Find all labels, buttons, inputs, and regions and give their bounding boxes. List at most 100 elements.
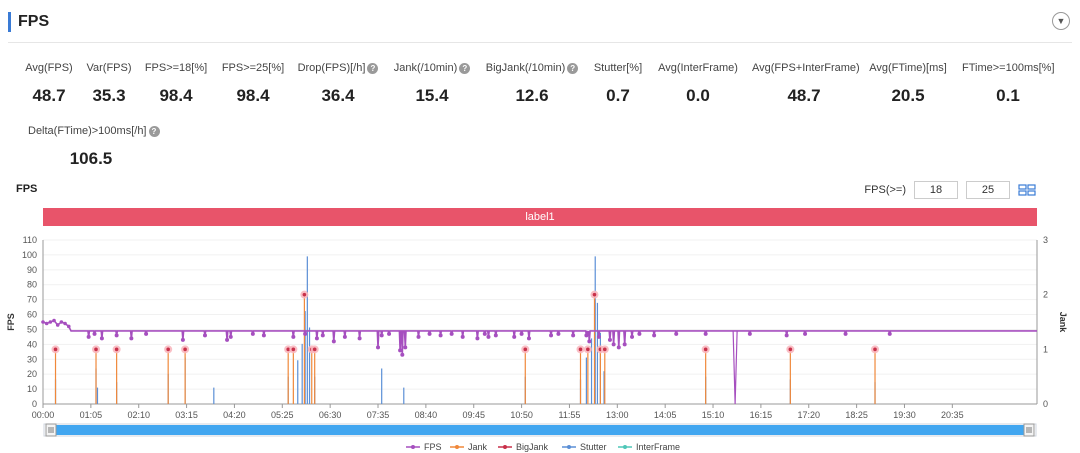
help-icon[interactable]: ? xyxy=(567,62,579,74)
metric-label: BigJank(/10min)? xyxy=(485,61,579,75)
x-tick-label: 05:25 xyxy=(271,410,294,420)
fps-point xyxy=(843,331,848,336)
metric-value: 35.3 xyxy=(92,86,126,105)
bigjank-marker xyxy=(788,347,793,352)
x-tick-label: 11:55 xyxy=(559,410,581,420)
bigjank-marker xyxy=(302,292,307,297)
help-icon[interactable]: ? xyxy=(148,125,160,137)
legend-item: BigJank xyxy=(516,442,549,452)
help-icon[interactable]: ? xyxy=(367,62,379,74)
metric-value: 48.7 xyxy=(787,86,821,105)
fps-point xyxy=(526,336,531,341)
metric-label: FTime>=100ms[%] xyxy=(962,62,1055,74)
fps-point xyxy=(493,333,498,338)
fps-point xyxy=(587,339,592,344)
fps-point xyxy=(556,331,561,336)
fps-point xyxy=(747,331,752,336)
bigjank-marker xyxy=(291,347,296,352)
x-tick-label: 02:10 xyxy=(127,410,150,420)
fps-point xyxy=(398,348,403,353)
y-tick-label: 70 xyxy=(27,295,37,305)
fps-point xyxy=(331,339,336,344)
fps-line xyxy=(42,319,1037,355)
y-axis-label: FPS xyxy=(6,313,16,331)
header-accent-bar xyxy=(8,12,11,32)
y-tick-label: 90 xyxy=(27,265,37,275)
y2-tick-label: 3 xyxy=(1043,235,1048,245)
bigjank-marker xyxy=(53,347,58,352)
metric-value: 0.1 xyxy=(996,86,1020,105)
y2-tick-label: 2 xyxy=(1043,290,1048,300)
metric-value: 0.0 xyxy=(686,86,710,105)
fps-threshold-controls: FPS(>=) xyxy=(864,181,1036,199)
metric-ftime-ge-100ms: FTime>=100ms[%] 0.1 xyxy=(962,58,1055,106)
x-tick-label: 09:45 xyxy=(462,410,485,420)
data-view-icon[interactable] xyxy=(1018,184,1036,196)
y-tick-label: 30 xyxy=(27,354,37,364)
x-tick-label: 07:35 xyxy=(367,410,390,420)
metric-value: 98.4 xyxy=(236,86,270,105)
fps-point xyxy=(86,334,91,339)
fps-point xyxy=(52,318,56,323)
zoom-slider[interactable] xyxy=(43,423,1037,437)
metric-avg-fps-interframe: Avg(FPS+InterFrame) 48.7 xyxy=(752,58,860,106)
metric-value: 15.4 xyxy=(415,86,449,105)
page-title: FPS xyxy=(18,13,50,30)
metric-value: 98.4 xyxy=(159,86,193,105)
y2-axis-label: Jank xyxy=(1058,312,1068,334)
metric-label-text: BigJank(/10min) xyxy=(485,62,566,74)
fps-drop-line xyxy=(732,330,738,405)
metric-drop-fps: Drop(FPS)[/h]? 36.4 xyxy=(296,58,380,106)
legend-item: InterFrame xyxy=(636,442,680,452)
fps-point xyxy=(460,334,465,339)
fps-point xyxy=(652,333,657,338)
fps-point xyxy=(519,331,524,336)
fps-point xyxy=(99,336,104,341)
metric-bigjank: BigJank(/10min)? 12.6 xyxy=(484,58,580,106)
fps-point xyxy=(314,336,319,341)
bigjank-marker xyxy=(586,347,590,352)
y-tick-label: 40 xyxy=(27,339,37,349)
fps-point xyxy=(63,321,67,326)
fps-point xyxy=(228,334,233,339)
x-tick-label: 20:35 xyxy=(941,410,964,420)
fps-point xyxy=(482,331,487,336)
metric-avg-interframe: Avg(InterFrame) 0.0 xyxy=(656,58,740,106)
y-tick-label: 0 xyxy=(32,399,37,409)
chart-ticks: 0 10 20 30 40 50 60 70 80 90 100 110 0 1 2 3 FPS Jank 00:0… xyxy=(6,235,1068,420)
legend-marker xyxy=(623,445,627,449)
fps-jank-chart: 0 10 20 30 40 50 60 70 80 90 100 110 0 1 2 3 FPS Jank 00:0… xyxy=(6,235,1068,452)
fps-point xyxy=(144,331,149,336)
metric-label: Var(FPS) xyxy=(86,62,132,74)
x-tick-label: 19:30 xyxy=(893,410,916,420)
y-tick-label: 100 xyxy=(22,250,37,260)
bigjank-marker xyxy=(94,347,98,352)
fps-point xyxy=(250,331,255,336)
fps-point xyxy=(585,331,590,336)
threshold-low-input[interactable] xyxy=(914,181,958,199)
fps-point xyxy=(416,334,421,339)
legend-marker xyxy=(455,445,459,449)
chart-series xyxy=(41,256,1037,405)
fps-point xyxy=(784,333,789,338)
bigjank-marker xyxy=(523,347,528,352)
fps-point xyxy=(180,337,185,342)
fps-point xyxy=(379,333,384,338)
metric-label: FPS>=18[%] xyxy=(144,62,208,74)
metric-value: 0.7 xyxy=(606,86,630,105)
metric-label: Drop(FPS)[/h]? xyxy=(298,61,379,75)
threshold-high-input[interactable] xyxy=(966,181,1010,199)
fps-point xyxy=(438,333,443,338)
fps-point xyxy=(202,333,207,338)
metric-label: Jank(/10min)? xyxy=(394,61,471,75)
metric-label: Avg(FPS+InterFrame) xyxy=(752,62,860,74)
label-band[interactable]: label1 xyxy=(43,208,1037,226)
fps-point xyxy=(637,331,642,336)
chevron-down-icon[interactable]: ▼ xyxy=(1052,12,1070,30)
bigjank-marker xyxy=(114,347,119,352)
help-icon[interactable]: ? xyxy=(459,62,471,74)
fps-point xyxy=(512,334,517,339)
metric-label-text: Drop(FPS)[/h] xyxy=(297,62,366,74)
metric-avg-fps: Avg(FPS) 48.7 xyxy=(24,58,74,106)
metric-value: 48.7 xyxy=(32,86,66,105)
